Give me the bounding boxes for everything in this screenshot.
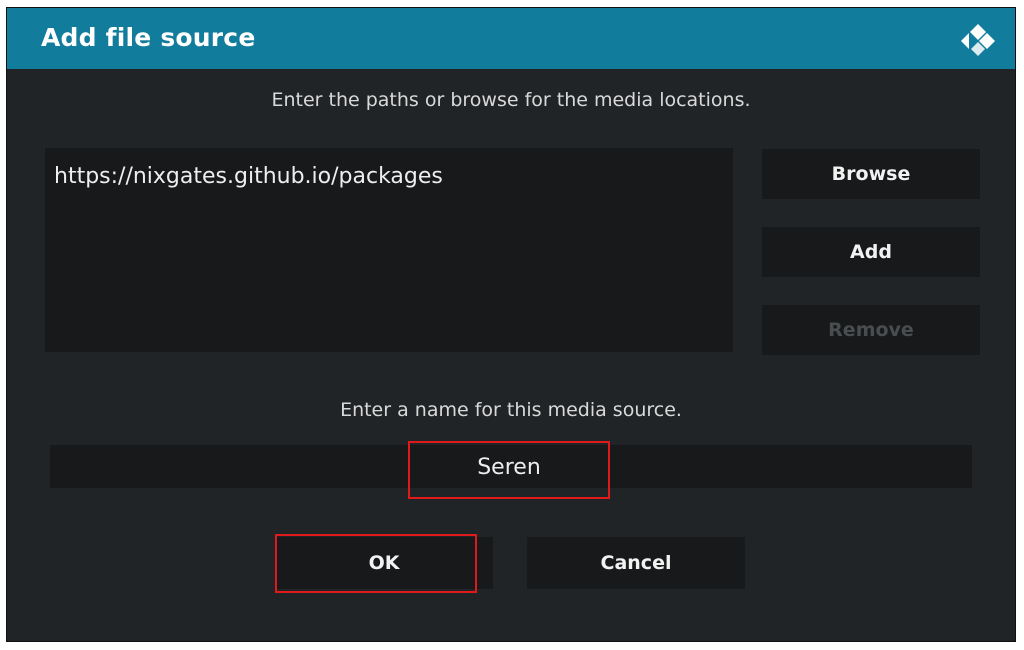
add-button[interactable]: Add [762,227,980,277]
paths-list[interactable]: https://nixgates.github.io/packages [45,148,733,352]
dialog-title: Add file source [41,23,256,52]
ok-button[interactable]: OK [275,537,493,589]
title-bar: Add file source [7,8,1015,69]
add-file-source-dialog: Add file source Enter the paths or brows… [6,7,1016,642]
name-instruction: Enter a name for this media source. [340,399,682,421]
remove-button[interactable]: Remove [762,305,980,355]
kodi-logo-icon [961,24,995,56]
path-item[interactable]: https://nixgates.github.io/packages [54,164,443,189]
paths-instruction: Enter the paths or browse for the media … [271,89,751,111]
cancel-button[interactable]: Cancel [527,537,745,589]
source-name-value[interactable]: Seren [408,441,610,499]
browse-button[interactable]: Browse [762,149,980,199]
